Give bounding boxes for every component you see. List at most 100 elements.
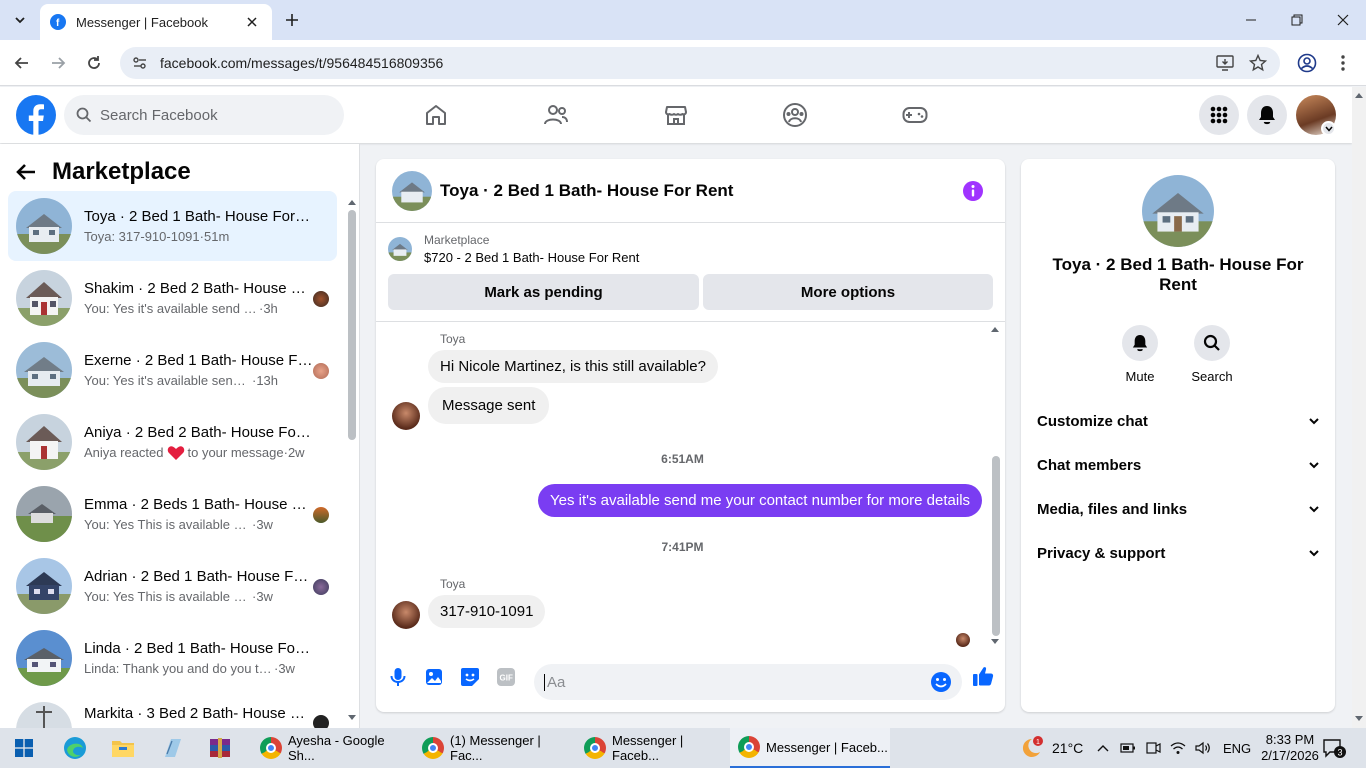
thumbs-up-icon (973, 667, 994, 686)
conversation-item[interactable]: Linda · 2 Bed 1 Bath- House For Rent Lin… (8, 623, 337, 693)
clock[interactable]: 8:33 PM 2/17/2026 (1261, 728, 1319, 768)
minimize-window-button[interactable] (1228, 0, 1274, 40)
scroll-up-arrow-icon[interactable] (347, 198, 357, 206)
outgoing-message[interactable]: Yes it's available send me your contact … (538, 484, 983, 517)
mark-as-pending-button[interactable]: Mark as pending (388, 274, 699, 310)
tab-search-button[interactable] (8, 8, 32, 32)
winrar-taskbar-button[interactable] (206, 734, 234, 762)
chat-house-thumbnail[interactable] (392, 170, 432, 211)
show-hidden-icons-icon[interactable] (1096, 743, 1110, 753)
conversation-item[interactable]: Markita · 3 Bed 2 Bath- House For Rent (8, 695, 337, 728)
incoming-message[interactable]: 317-910-1091 (428, 595, 546, 628)
chat-members-row[interactable]: Chat members (1037, 453, 1319, 477)
voice-clip-button[interactable] (387, 666, 409, 688)
nav-groups[interactable] (775, 95, 815, 135)
volume-icon[interactable] (1195, 741, 1211, 755)
browser-tab-active[interactable]: f Messenger | Facebook (40, 4, 272, 40)
scroll-down-arrow-icon[interactable] (990, 638, 1000, 646)
conversation-snippet: You: Yes This is available send me your (84, 589, 252, 604)
address-bar[interactable]: facebook.com/messages/t/956484516809356 (120, 47, 1280, 79)
conversation-item[interactable]: Toya · 2 Bed 1 Bath- House For Rent Toya… (8, 191, 337, 261)
house-thumbnail (16, 702, 72, 728)
notepad-taskbar-button[interactable] (158, 734, 186, 762)
camera-icon[interactable] (1145, 741, 1161, 755)
menu-button[interactable] (1199, 95, 1239, 135)
facebook-logo-icon[interactable] (16, 95, 56, 135)
house-thumbnail (16, 198, 72, 254)
scroll-up-arrow-icon[interactable] (1354, 91, 1364, 99)
conversation-item[interactable]: Adrian · 2 Bed 1 Bath- House For Rent Yo… (8, 551, 337, 621)
taskbar-app-messenger-1[interactable]: (1) Messenger | Fac... (414, 728, 572, 768)
attach-media-button[interactable] (423, 666, 445, 688)
customize-chat-row[interactable]: Customize chat (1037, 409, 1319, 433)
incoming-message[interactable]: Message sent (428, 387, 550, 424)
mute-button[interactable]: Mute (1110, 325, 1170, 384)
read-receipt-avatar (956, 633, 970, 647)
forward-button[interactable] (45, 50, 71, 76)
kebab-menu-icon (1341, 55, 1345, 71)
conversation-list-scrollbar[interactable] (348, 210, 356, 440)
conversation-item[interactable]: Shakim · 2 Bed 2 Bath- House For Rent Yo… (8, 263, 337, 333)
info-house-photo[interactable] (1142, 175, 1214, 247)
clock-time: 8:33 PM (1265, 732, 1315, 747)
chat-title[interactable]: Toya · 2 Bed 1 Bath- House For Rent (440, 181, 733, 201)
nav-marketplace[interactable] (656, 95, 696, 135)
emoji-icon[interactable] (930, 671, 952, 693)
file-explorer-taskbar-button[interactable] (109, 734, 137, 762)
battery-icon[interactable] (1120, 742, 1136, 754)
taskbar-app-google-sheets[interactable]: Ayesha - Google Sh... (252, 728, 410, 768)
tab-close-button[interactable] (242, 12, 262, 32)
page-scrollbar[interactable] (1352, 87, 1366, 728)
wifi-icon[interactable] (1170, 741, 1186, 755)
message-thread-scrollbar[interactable] (992, 456, 1000, 636)
media-files-links-row[interactable]: Media, files and links (1037, 497, 1319, 521)
back-button[interactable] (9, 50, 35, 76)
more-options-button[interactable]: More options (703, 274, 993, 310)
send-like-button[interactable] (971, 664, 995, 688)
conversation-item[interactable]: Emma · 2 Beds 1 Bath- House For Rent You… (8, 479, 337, 549)
taskbar-app-messenger-3[interactable]: Messenger | Faceb... (730, 728, 890, 768)
new-tab-button[interactable] (281, 9, 303, 31)
info-icon (963, 181, 983, 201)
close-window-button[interactable] (1320, 0, 1366, 40)
sticker-button[interactable] (459, 666, 481, 688)
nav-friends[interactable] (536, 95, 576, 135)
language-indicator[interactable]: ENG (1223, 741, 1251, 756)
scroll-up-arrow-icon[interactable] (990, 325, 1000, 333)
start-button[interactable] (10, 734, 38, 762)
site-settings-icon[interactable] (132, 55, 148, 71)
conversation-item[interactable]: Aniya · 2 Bed 2 Bath- House For Rent Ani… (8, 407, 337, 477)
account-menu-chevron-icon[interactable] (1321, 121, 1336, 136)
install-app-button[interactable] (1215, 53, 1235, 73)
search-in-conversation-button[interactable]: Search (1182, 325, 1242, 384)
notifications-button[interactable] (1247, 95, 1287, 135)
system-tray: ENG (1096, 728, 1251, 768)
arrow-left-icon[interactable] (16, 163, 36, 181)
nav-home[interactable] (416, 95, 456, 135)
conversation-info-button[interactable] (963, 181, 983, 201)
heart-icon (167, 445, 184, 460)
profile-button[interactable] (1294, 50, 1320, 76)
row-label: Customize chat (1037, 412, 1148, 430)
taskbar-app-messenger-2[interactable]: Messenger | Faceb... (576, 728, 726, 768)
browser-menu-button[interactable] (1330, 50, 1356, 76)
sender-avatar[interactable] (392, 601, 420, 629)
message-input[interactable] (544, 673, 914, 691)
facebook-search-input[interactable] (100, 106, 320, 124)
scroll-down-arrow-icon[interactable] (347, 714, 357, 722)
gif-button[interactable]: GIF (495, 666, 517, 688)
incoming-message[interactable]: Hi Nicole Martinez, is this still availa… (428, 350, 718, 383)
conversation-item[interactable]: Exerne · 2 Bed 1 Bath- House For Rent Yo… (8, 335, 337, 405)
edge-taskbar-button[interactable] (61, 734, 89, 762)
notification-center-button[interactable]: 3 (1322, 728, 1346, 768)
facebook-search[interactable] (64, 95, 344, 135)
bookmark-button[interactable] (1248, 53, 1268, 73)
weather-widget[interactable]: 1 21°C (1018, 728, 1083, 768)
restore-window-button[interactable] (1274, 0, 1320, 40)
reload-button[interactable] (81, 50, 107, 76)
sender-avatar[interactable] (392, 402, 420, 430)
privacy-support-row[interactable]: Privacy & support (1037, 541, 1319, 565)
listing-summary[interactable]: Marketplace $720 - 2 Bed 1 Bath- House F… (388, 233, 639, 265)
scroll-down-arrow-icon[interactable] (1354, 715, 1364, 723)
nav-gaming[interactable] (895, 95, 935, 135)
